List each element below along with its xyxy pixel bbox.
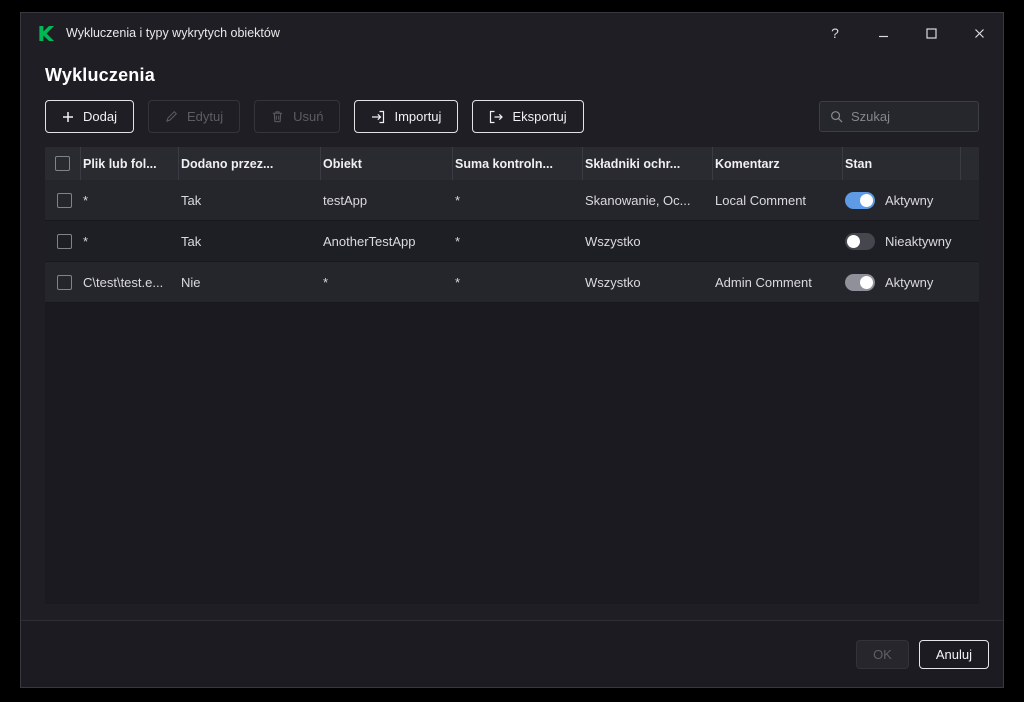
toolbar: Dodaj Edytuj Usuń Importuj Eksportuj xyxy=(45,100,979,133)
cell-components: Skanowanie, Oc... xyxy=(583,193,713,208)
window-title: Wykluczenia i typy wykrytych obiektów xyxy=(66,26,280,40)
row-checkbox[interactable] xyxy=(57,234,72,249)
state-toggle[interactable] xyxy=(845,233,875,250)
row-checkbox[interactable] xyxy=(57,275,72,290)
cell-components: Wszystko xyxy=(583,275,713,290)
import-icon xyxy=(371,110,385,124)
footer-bar: OK Anuluj xyxy=(21,620,1003,687)
state-toggle[interactable] xyxy=(845,192,875,209)
table-empty-area xyxy=(45,303,979,604)
delete-button-label: Usuń xyxy=(293,109,323,124)
table-header-row: Plik lub fol... Dodano przez... Obiekt S… xyxy=(45,147,979,180)
cell-components: Wszystko xyxy=(583,234,713,249)
column-header-object[interactable]: Obiekt xyxy=(321,147,453,180)
cell-added-by: Tak xyxy=(179,234,321,249)
add-button[interactable]: Dodaj xyxy=(45,100,134,133)
row-checkbox[interactable] xyxy=(57,193,72,208)
column-header-checksum[interactable]: Suma kontroln... xyxy=(453,147,583,180)
search-input[interactable] xyxy=(851,109,968,124)
exclusions-table: Plik lub fol... Dodano przez... Obiekt S… xyxy=(45,147,979,604)
state-label: Nieaktywny xyxy=(885,234,951,249)
cell-checksum: * xyxy=(453,234,583,249)
import-button-label: Importuj xyxy=(394,109,441,124)
cell-object: testApp xyxy=(321,193,453,208)
table-row[interactable]: C\test\test.e... Nie * * Wszystko Admin … xyxy=(45,262,979,303)
column-header-added-by[interactable]: Dodano przez... xyxy=(179,147,321,180)
export-button[interactable]: Eksportuj xyxy=(472,100,583,133)
maximize-icon xyxy=(926,28,937,39)
close-button[interactable] xyxy=(955,13,1003,53)
cell-file: C\test\test.e... xyxy=(81,275,179,290)
column-header-file[interactable]: Plik lub fol... xyxy=(81,147,179,180)
cell-object: AnotherTestApp xyxy=(321,234,453,249)
state-toggle[interactable] xyxy=(845,274,875,291)
ok-button[interactable]: OK xyxy=(856,640,909,669)
search-icon xyxy=(830,110,843,123)
cell-comment: Local Comment xyxy=(713,193,843,208)
column-header-state[interactable]: Stan xyxy=(843,147,961,180)
edit-button[interactable]: Edytuj xyxy=(148,100,240,133)
cell-state: Aktywny xyxy=(843,192,961,209)
toggle-knob xyxy=(847,235,860,248)
export-button-label: Eksportuj xyxy=(512,109,566,124)
trash-icon xyxy=(271,110,284,123)
page-title: Wykluczenia xyxy=(45,65,979,86)
delete-button[interactable]: Usuń xyxy=(254,100,340,133)
import-button[interactable]: Importuj xyxy=(354,100,458,133)
plus-icon xyxy=(62,111,74,123)
select-all-checkbox[interactable] xyxy=(55,156,70,171)
column-header-comment[interactable]: Komentarz xyxy=(713,147,843,180)
table-row[interactable]: * Tak AnotherTestApp * Wszystko Nieaktyw… xyxy=(45,221,979,262)
search-box xyxy=(819,101,979,132)
toggle-knob xyxy=(860,276,873,289)
cell-file: * xyxy=(81,234,179,249)
screen: Wykluczenia i typy wykrytych obiektów ? … xyxy=(0,0,1024,702)
window-controls: ? xyxy=(811,13,1003,53)
select-all-checkbox-cell xyxy=(45,147,81,180)
help-button[interactable]: ? xyxy=(811,13,859,53)
export-icon xyxy=(489,110,503,124)
add-button-label: Dodaj xyxy=(83,109,117,124)
cell-added-by: Nie xyxy=(179,275,321,290)
content-area: Wykluczenia Dodaj Edytuj Usuń Importuj xyxy=(21,53,1003,620)
cell-checksum: * xyxy=(453,193,583,208)
table-row[interactable]: * Tak testApp * Skanowanie, Oc... Local … xyxy=(45,180,979,221)
cell-checksum: * xyxy=(453,275,583,290)
state-label: Aktywny xyxy=(885,275,933,290)
title-bar: Wykluczenia i typy wykrytych obiektów ? xyxy=(21,13,1003,53)
kaspersky-logo-icon xyxy=(37,24,56,43)
toggle-knob xyxy=(860,194,873,207)
cell-file: * xyxy=(81,193,179,208)
cell-added-by: Tak xyxy=(179,193,321,208)
cell-state: Aktywny xyxy=(843,274,961,291)
minimize-icon xyxy=(878,28,889,39)
cell-state: Nieaktywny xyxy=(843,233,961,250)
column-header-components[interactable]: Składniki ochr... xyxy=(583,147,713,180)
table-header-stub xyxy=(961,147,979,180)
cell-comment: Admin Comment xyxy=(713,275,843,290)
cancel-button[interactable]: Anuluj xyxy=(919,640,989,669)
app-window: Wykluczenia i typy wykrytych obiektów ? … xyxy=(20,12,1004,688)
pencil-icon xyxy=(165,110,178,123)
minimize-button[interactable] xyxy=(859,13,907,53)
edit-button-label: Edytuj xyxy=(187,109,223,124)
close-icon xyxy=(974,28,985,39)
cell-object: * xyxy=(321,275,453,290)
state-label: Aktywny xyxy=(885,193,933,208)
maximize-button[interactable] xyxy=(907,13,955,53)
